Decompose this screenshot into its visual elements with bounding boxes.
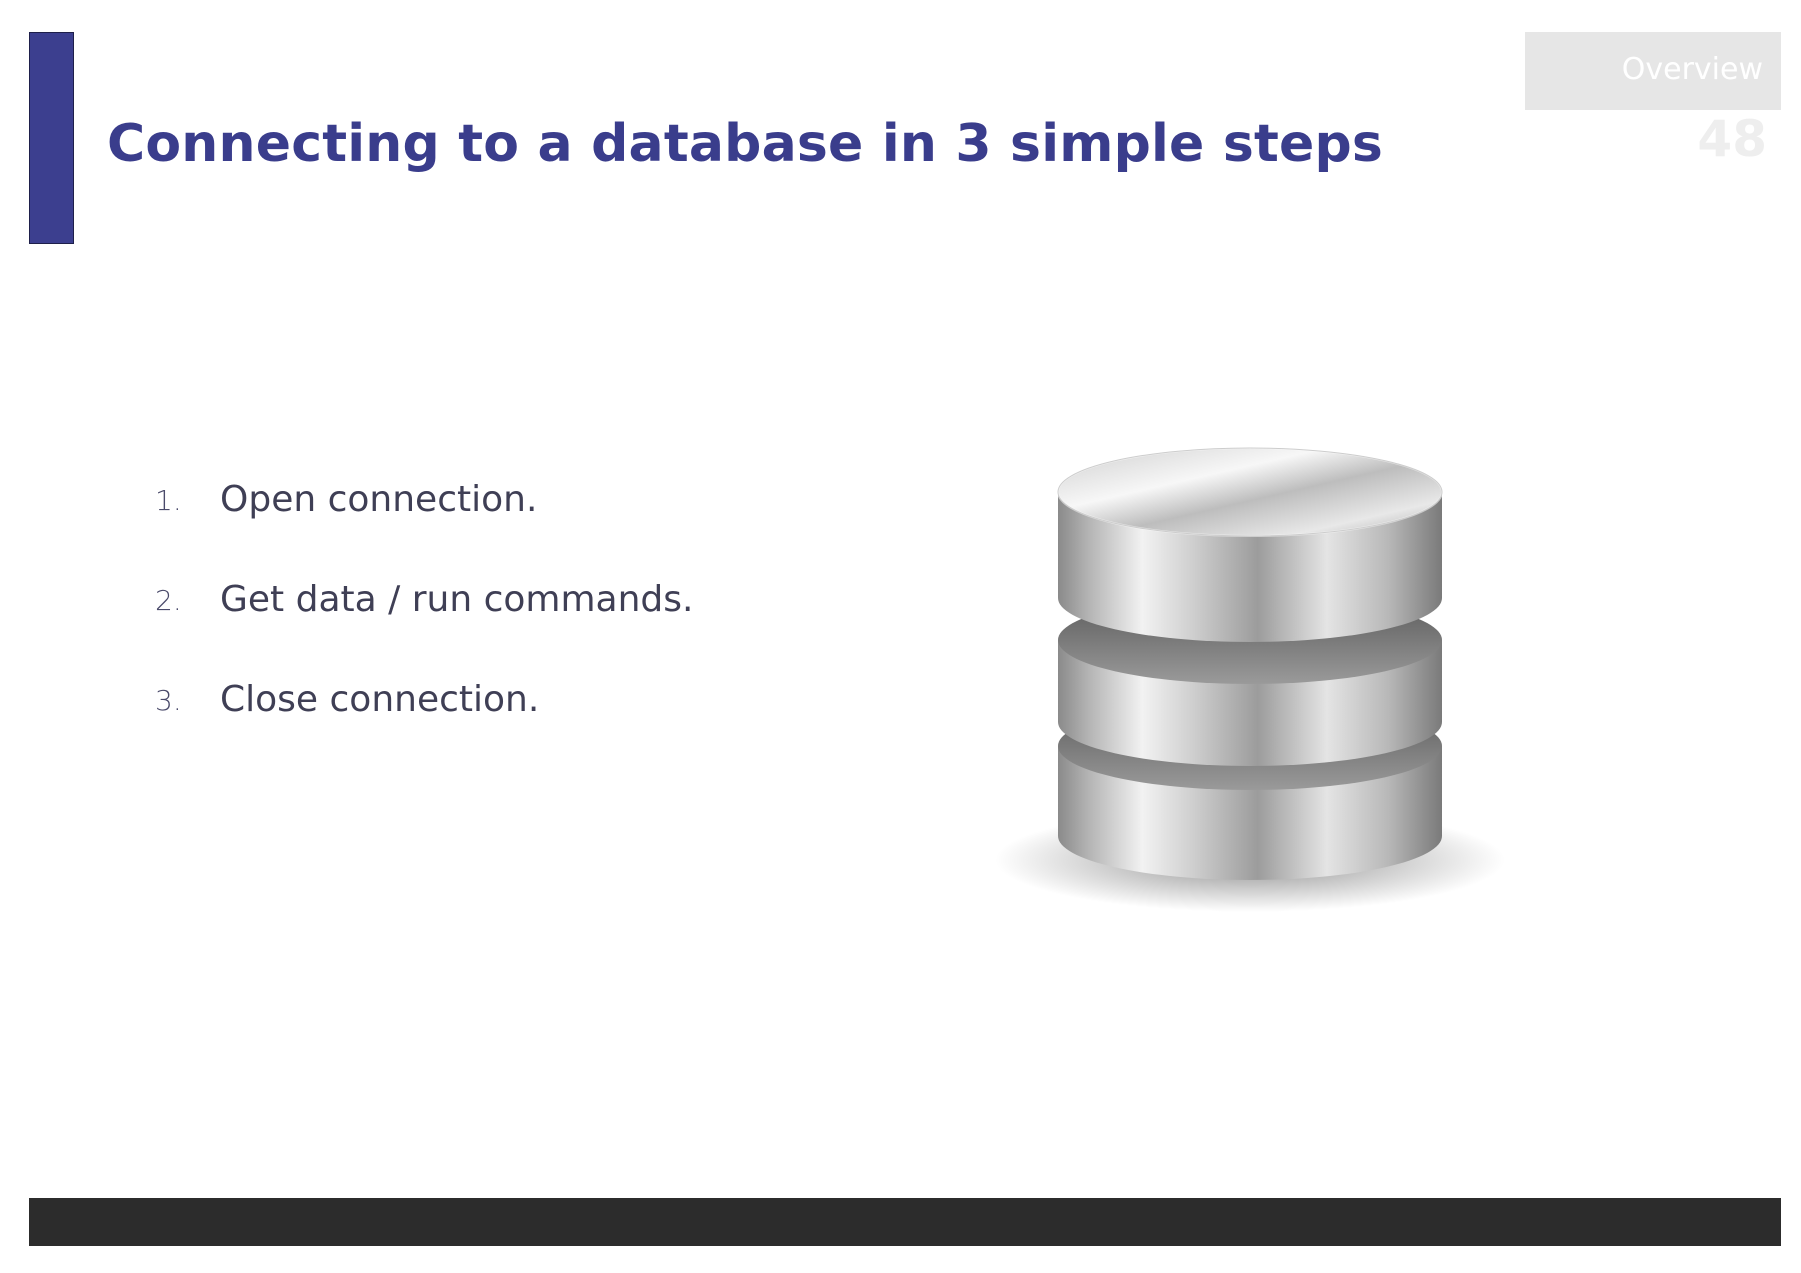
step-number: 3.: [155, 684, 182, 717]
slide-title: Connecting to a database in 3 simple ste…: [107, 114, 1384, 174]
section-tab[interactable]: Overview: [1525, 32, 1781, 110]
section-label: Overview: [1621, 52, 1763, 87]
page-number: 48: [1697, 110, 1767, 168]
footer-bar: [29, 1198, 1781, 1246]
database-icon: [985, 430, 1525, 930]
step-text: Get data / run commands.: [220, 579, 694, 620]
step-number: 1.: [155, 484, 182, 517]
slide: Connecting to a database in 3 simple ste…: [0, 0, 1801, 1273]
step-text: Close connection.: [220, 679, 540, 720]
step-number: 2.: [155, 584, 182, 617]
step-text: Open connection.: [220, 479, 538, 520]
title-accent-bar: [29, 32, 74, 244]
